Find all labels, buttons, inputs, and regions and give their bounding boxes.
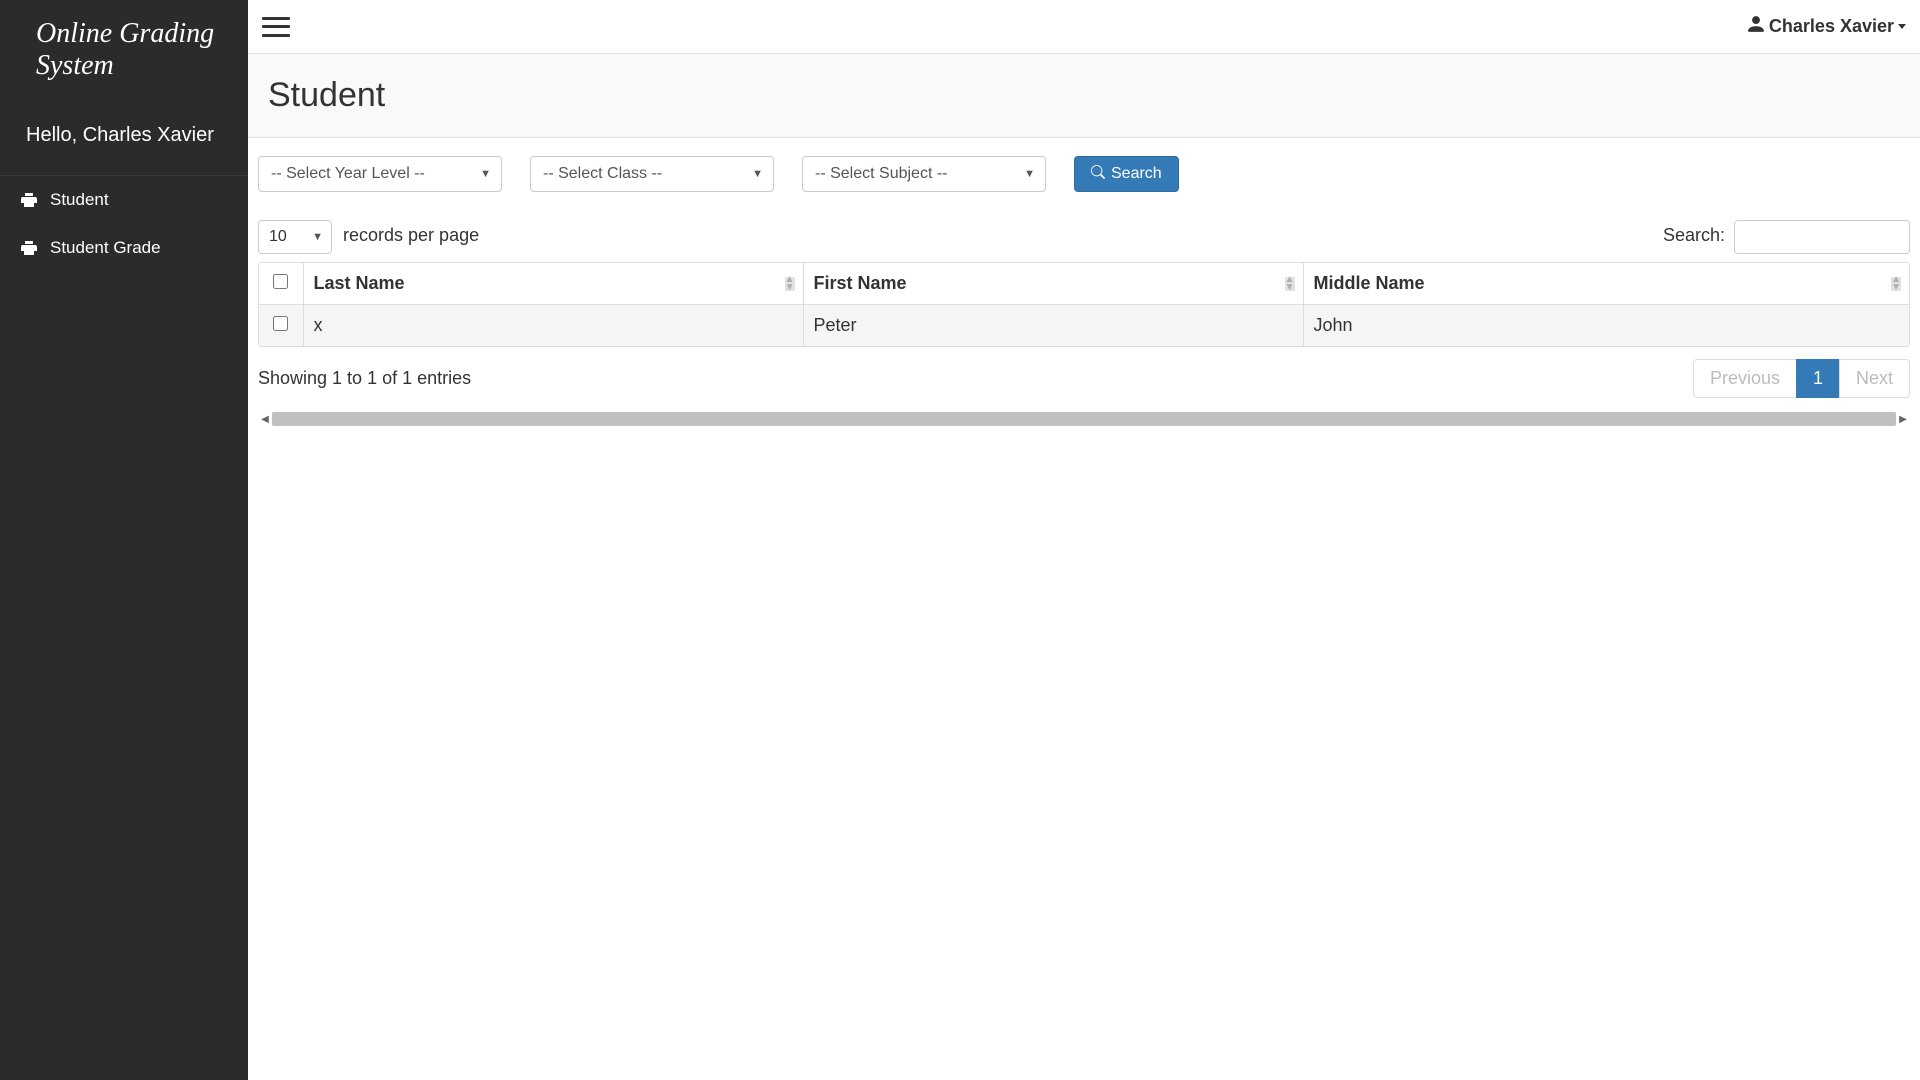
print-icon <box>18 240 40 256</box>
year-level-select[interactable]: -- Select Year Level -- <box>258 156 502 192</box>
row-checkbox[interactable] <box>273 316 288 331</box>
column-label: First Name <box>814 273 907 293</box>
filter-bar: -- Select Year Level -- -- Select Class … <box>258 156 1910 192</box>
pagination-next[interactable]: Next <box>1839 359 1910 398</box>
page-header: Student <box>248 54 1920 138</box>
page-title: Student <box>268 76 1900 115</box>
class-select[interactable]: -- Select Class -- <box>530 156 774 192</box>
pagination: Previous 1 Next <box>1694 359 1910 398</box>
class-value: -- Select Class -- <box>543 165 662 183</box>
records-per-page-value: 10 <box>269 228 287 246</box>
print-icon <box>18 192 40 208</box>
sidebar: Online Grading System Hello, Charles Xav… <box>0 0 248 1080</box>
subject-value: -- Select Subject -- <box>815 165 947 183</box>
table-header-row: Last Name ▲▼ First Name ▲▼ Middle Name ▲… <box>259 263 1909 305</box>
user-name: Charles Xavier <box>1769 16 1894 37</box>
table-info: Showing 1 to 1 of 1 entries <box>258 368 471 389</box>
column-label: Last Name <box>314 273 405 293</box>
sort-icon: ▲▼ <box>1285 276 1295 292</box>
table-row[interactable]: x Peter John <box>259 305 1909 347</box>
scroll-left-icon[interactable]: ◀ <box>258 412 272 426</box>
select-all-header[interactable] <box>259 263 303 305</box>
brand-title: Online Grading System <box>0 0 248 100</box>
select-all-checkbox[interactable] <box>273 274 288 289</box>
records-per-page-select[interactable]: 10 <box>258 220 332 254</box>
length-control: 10 records per page <box>258 220 479 254</box>
pagination-previous[interactable]: Previous <box>1693 359 1797 398</box>
scrollbar-track[interactable] <box>272 412 1896 426</box>
menu-toggle-button[interactable] <box>262 17 290 37</box>
main-area: Charles Xavier Student -- Select Year Le… <box>248 0 1920 1080</box>
row-select-cell[interactable] <box>259 305 303 347</box>
pagination-page-1[interactable]: 1 <box>1796 359 1840 398</box>
sidebar-item-student[interactable]: Student <box>0 176 248 224</box>
cell-last-name: x <box>303 305 803 347</box>
table-search-input[interactable] <box>1734 220 1910 254</box>
topbar: Charles Xavier <box>248 0 1920 54</box>
search-icon <box>1091 165 1105 184</box>
greeting-text: Hello, Charles Xavier <box>0 100 248 176</box>
cell-middle-name: John <box>1303 305 1909 347</box>
sidebar-item-label: Student Grade <box>50 238 161 258</box>
subject-select[interactable]: -- Select Subject -- <box>802 156 1046 192</box>
cell-first-name: Peter <box>803 305 1303 347</box>
user-menu[interactable]: Charles Xavier <box>1747 15 1906 38</box>
sidebar-item-label: Student <box>50 190 109 210</box>
student-table: Last Name ▲▼ First Name ▲▼ Middle Name ▲… <box>258 262 1910 347</box>
column-last-name[interactable]: Last Name ▲▼ <box>303 263 803 305</box>
datatable-controls-bottom: Showing 1 to 1 of 1 entries Previous 1 N… <box>258 359 1910 398</box>
column-middle-name[interactable]: Middle Name ▲▼ <box>1303 263 1909 305</box>
column-first-name[interactable]: First Name ▲▼ <box>803 263 1303 305</box>
scroll-right-icon[interactable]: ▶ <box>1896 412 1910 426</box>
sort-icon: ▲▼ <box>1891 276 1901 292</box>
sidebar-item-student-grade[interactable]: Student Grade <box>0 224 248 272</box>
horizontal-scrollbar[interactable]: ◀ ▶ <box>258 410 1910 428</box>
table-search: Search: <box>1663 220 1910 254</box>
year-level-value: -- Select Year Level -- <box>271 165 425 183</box>
search-button[interactable]: Search <box>1074 156 1179 192</box>
sort-icon: ▲▼ <box>785 276 795 292</box>
records-per-page-label: records per page <box>343 225 479 245</box>
content-area: -- Select Year Level -- -- Select Class … <box>248 138 1920 1080</box>
caret-down-icon <box>1898 24 1906 29</box>
user-icon <box>1747 15 1765 38</box>
table-search-label: Search: <box>1663 225 1725 245</box>
search-button-label: Search <box>1111 165 1162 183</box>
datatable-controls-top: 10 records per page Search: <box>258 220 1910 254</box>
column-label: Middle Name <box>1314 273 1425 293</box>
